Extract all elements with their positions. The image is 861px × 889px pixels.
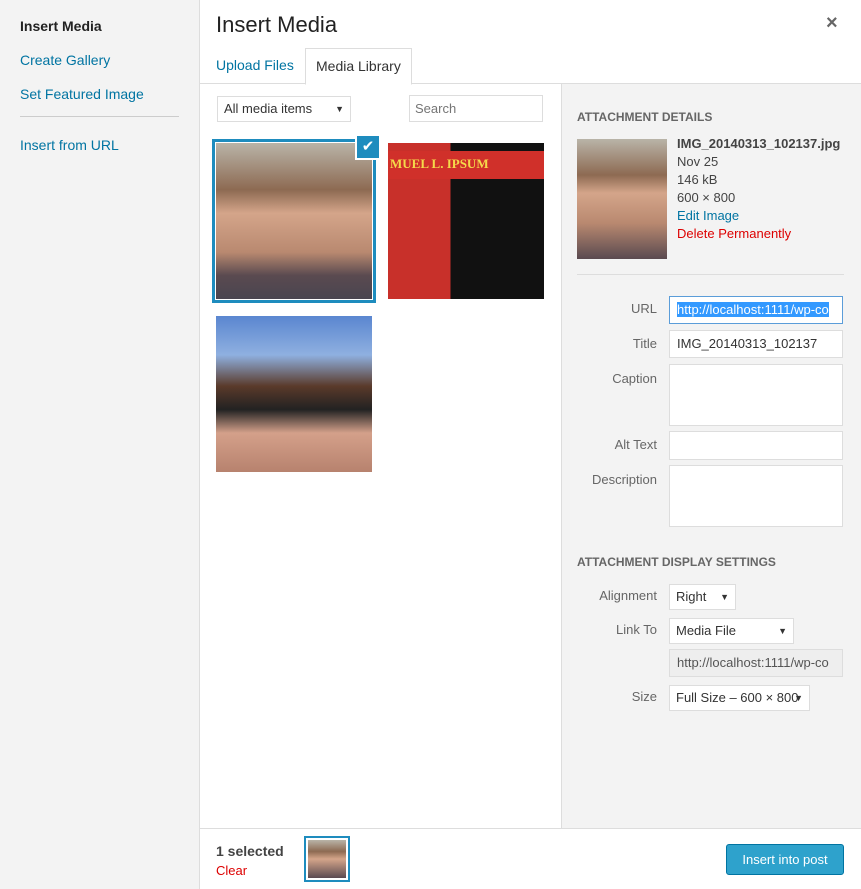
attachment-info: IMG_20140313_102137.jpg Nov 25 146 kB 60…: [677, 135, 840, 243]
size-select[interactable]: Full Size – 600 × 800 ▼: [669, 685, 810, 711]
link-to-label: Link To: [616, 622, 657, 637]
router-tabs: Upload Files Media Library: [200, 48, 861, 85]
upload-date: Nov 25: [677, 154, 719, 169]
dropdown-arrow-icon: ▼: [720, 592, 729, 602]
selected-thumbnail-image: [308, 840, 346, 878]
media-menu: Insert Media Create Gallery Set Featured…: [0, 0, 200, 889]
edit-image-link[interactable]: Edit Image: [677, 207, 840, 225]
close-icon[interactable]: ×: [826, 12, 838, 35]
url-label: URL: [630, 301, 657, 316]
alignment-value: Right: [676, 589, 707, 604]
menu-set-featured-image[interactable]: Set Featured Image: [0, 85, 199, 119]
media-thumbnail[interactable]: MUEL L. IPSUM: [388, 143, 544, 299]
media-thumbnail-selected[interactable]: [212, 139, 376, 303]
selected-thumbnail[interactable]: [304, 836, 350, 882]
caption-field[interactable]: [669, 364, 843, 426]
filename: IMG_20140313_102137.jpg: [677, 136, 841, 151]
thumbnail-banner: MUEL L. IPSUM: [388, 151, 544, 179]
selection-count: 1 selected: [216, 843, 284, 859]
dropdown-arrow-icon: ▼: [794, 693, 803, 703]
attachment-preview: [577, 139, 667, 259]
filter-value: All media items: [224, 101, 313, 116]
size-label: Size: [631, 689, 657, 704]
url-value: http://localhost:1111/wp-co: [677, 302, 829, 317]
size-value: Full Size – 600 × 800: [676, 690, 799, 705]
link-url-field[interactable]: http://localhost:1111/wp-co: [669, 649, 843, 677]
title-label: Title: [632, 336, 657, 351]
dropdown-arrow-icon: ▼: [335, 104, 344, 114]
search-input[interactable]: [409, 95, 543, 122]
insert-into-post-button[interactable]: Insert into post: [726, 844, 844, 875]
tab-upload-files[interactable]: Upload Files: [206, 48, 304, 84]
menu-create-gallery[interactable]: Create Gallery: [0, 51, 199, 85]
menu-divider: [20, 116, 179, 117]
link-to-select[interactable]: Media File ▼: [669, 618, 794, 644]
link-to-value: Media File: [676, 623, 736, 638]
description-field[interactable]: [669, 465, 843, 527]
url-field[interactable]: http://localhost:1111/wp-co: [669, 296, 843, 324]
file-size: 146 kB: [677, 172, 718, 187]
display-settings-heading: Attachment Display Settings: [577, 555, 776, 569]
caption-label: Caption: [612, 371, 657, 386]
title-field[interactable]: IMG_20140313_102137: [669, 330, 843, 358]
tab-media-library[interactable]: Media Library: [305, 48, 412, 85]
alignment-select[interactable]: Right ▼: [669, 584, 736, 610]
media-filter-select[interactable]: All media items ▼: [217, 96, 351, 122]
check-icon[interactable]: ✔: [355, 134, 381, 160]
dimensions: 600 × 800: [677, 190, 736, 205]
alt-text-field[interactable]: [669, 431, 843, 460]
divider: [577, 274, 844, 275]
modal-title: Insert Media: [216, 12, 338, 37]
attachment-details-heading: Attachment Details: [577, 110, 713, 124]
media-thumbnail[interactable]: [216, 316, 372, 472]
description-label: Description: [591, 472, 657, 487]
dropdown-arrow-icon: ▼: [778, 626, 787, 636]
menu-insert-media[interactable]: Insert Media: [0, 17, 199, 51]
delete-permanently-link[interactable]: Delete Permanently: [677, 225, 840, 243]
alignment-label: Alignment: [599, 588, 657, 603]
alt-text-label: Alt Text: [614, 437, 657, 452]
clear-selection-link[interactable]: Clear: [216, 863, 247, 878]
menu-insert-from-url[interactable]: Insert from URL: [0, 136, 199, 170]
